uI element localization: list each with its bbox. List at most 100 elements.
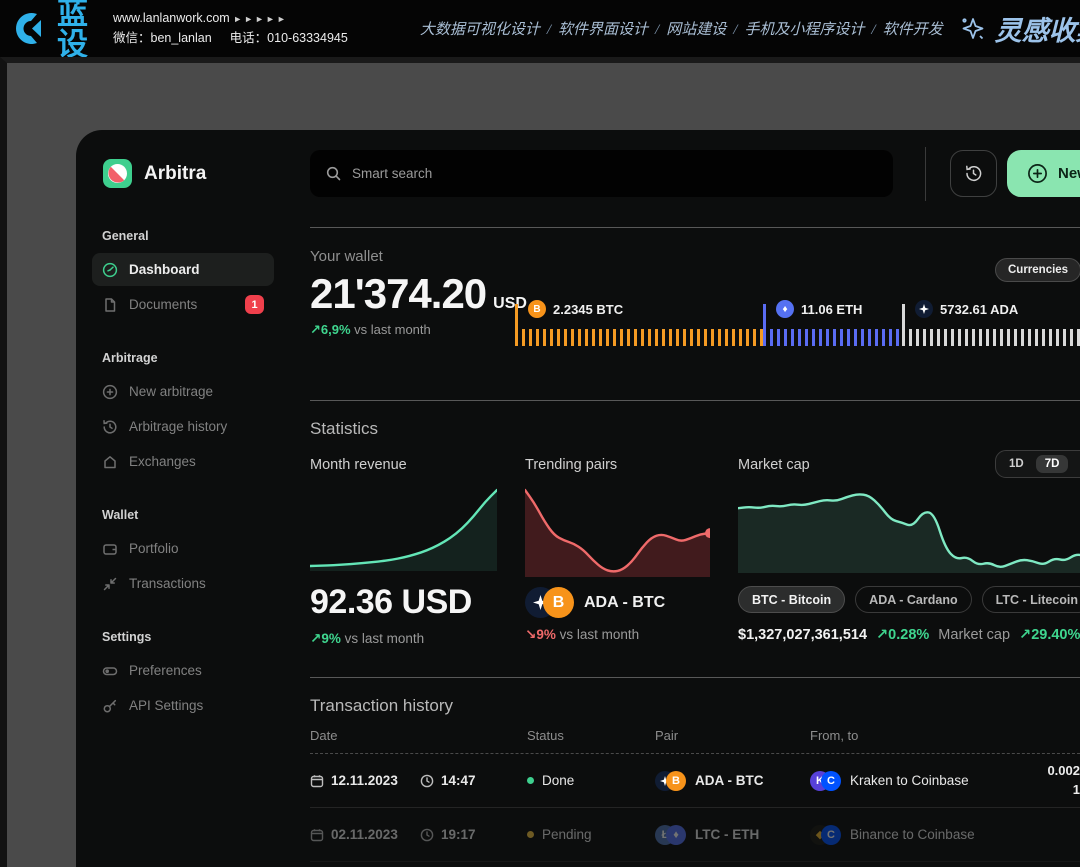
history-icon	[102, 419, 118, 435]
sidebar-item-exchanges[interactable]: Exchanges	[92, 445, 274, 478]
sidebar-item-new-arbitrage[interactable]: New arbitrage	[92, 375, 274, 408]
nav-item-dev[interactable]: 软件开发	[883, 22, 943, 38]
col-status: Status	[527, 728, 655, 743]
toggle-icon	[102, 663, 118, 679]
sparkle-star-icon	[959, 15, 986, 42]
trending-pairs-label: Trending pairs	[525, 457, 710, 473]
market-cap-card: Market cap 1D 7D 1M BTC - Bitcoin ADA - …	[738, 457, 1080, 647]
new-arbitrage-button[interactable]: New arbitrage	[1007, 150, 1080, 197]
trending-pairs-card: Trending pairs B ADA - BTC ↘9% vs	[525, 457, 710, 647]
coinbase-icon: C	[821, 771, 841, 791]
statistics-section: Statistics Month revenue 92.36 USD ↗9% v…	[310, 401, 1080, 647]
status-pending-dot	[527, 831, 534, 838]
sidebar-item-preferences[interactable]: Preferences	[92, 654, 274, 687]
down-arrow-icon: ↘	[525, 627, 536, 642]
main-content: New arbitrage Your wallet 21'374.20USD ↗…	[290, 130, 1080, 867]
pill-ada-cardano[interactable]: ADA - Cardano	[855, 586, 971, 613]
coinbase-icon: C	[821, 825, 841, 845]
sidebar-item-documents[interactable]: Documents 1	[92, 288, 274, 321]
pill-ltc-litecoin[interactable]: LTC - Litecoin	[982, 586, 1080, 613]
phone-label: 电话：010-63334945	[230, 31, 348, 45]
month-revenue-label: Month revenue	[310, 457, 497, 473]
statistics-title: Statistics	[310, 419, 1080, 439]
sidebar-item-portfolio[interactable]: Portfolio	[92, 532, 274, 565]
dashboard-icon	[102, 262, 118, 278]
calendar-icon	[310, 828, 324, 842]
market-cap-stats: $1,327,027,361,514 ↗0.28% Market cap ↗29…	[738, 627, 1080, 643]
inspiration-link[interactable]: 灵感收集	[959, 9, 1080, 48]
month-revenue-value: 92.36 USD	[310, 583, 497, 622]
exchange-building-icon	[102, 454, 118, 470]
lanlan-logo-icon	[12, 10, 49, 47]
market-cap-chart	[738, 489, 1080, 573]
up-arrow-icon: ↗	[1019, 627, 1031, 643]
wallet-allocation-bars: B2.2345 BTC ♦11.06 ETH 5732.61 ADA	[515, 300, 1080, 346]
transaction-amount: 0.002 1	[1040, 762, 1080, 798]
arrow-decoration-icon: ►►►►►	[233, 14, 288, 24]
wallet-title: Your wallet	[310, 228, 1080, 265]
calendar-icon	[310, 774, 324, 788]
clock-icon	[420, 828, 434, 842]
eth-coin-icon: ♦	[776, 300, 794, 318]
wallet-section: Your wallet 21'374.20USD ↗6,9% vs last m…	[310, 228, 1080, 370]
transaction-row[interactable]: 02.11.2023 19:17 Pending Ł♦ LTC - ETH ◆C…	[310, 808, 1080, 862]
market-coin-pills: BTC - Bitcoin ADA - Cardano LTC - Liteco…	[738, 586, 1080, 613]
nav-item-website[interactable]: 网站建设	[666, 22, 726, 38]
transaction-table-header: Date Status Pair From, to	[310, 728, 1080, 754]
btc-coin-icon: B	[666, 771, 686, 791]
nav-section-general: General	[102, 229, 290, 243]
app-brand-name: Arbitra	[144, 163, 206, 185]
key-icon	[102, 698, 118, 714]
documents-badge: 1	[245, 295, 264, 314]
nav-item-bigdata[interactable]: 大数据可视化设计	[420, 22, 540, 38]
arbitra-dashboard: Arbitra General Dashboard Documents 1 Ar…	[76, 130, 1080, 867]
eth-coin-icon: ♦	[666, 825, 686, 845]
range-1d[interactable]: 1D	[1000, 455, 1033, 473]
trending-pairs-delta: ↘9% vs last month	[525, 627, 710, 643]
month-revenue-chart	[310, 485, 497, 571]
search-bar[interactable]	[310, 150, 893, 197]
sidebar-item-arbitrage-history[interactable]: Arbitrage history	[92, 410, 274, 443]
trending-pair: B ADA - BTC	[525, 587, 710, 618]
history-button[interactable]	[950, 150, 997, 197]
ada-coin-icon	[915, 300, 933, 318]
site-url: www.lanlanwork.com	[113, 11, 230, 25]
btc-coin-icon: B	[543, 587, 574, 618]
range-1m[interactable]: 1M	[1071, 455, 1080, 473]
sidebar-item-transactions[interactable]: Transactions	[92, 567, 274, 600]
transaction-row[interactable]: 12.11.2023 14:47 Done B ADA - BTC KC Kra…	[310, 754, 1080, 808]
month-revenue-card: Month revenue 92.36 USD ↗9% vs last mont…	[310, 457, 497, 647]
sidebar-item-api-settings[interactable]: API Settings	[92, 689, 274, 722]
search-input[interactable]	[352, 166, 877, 181]
topbar-divider	[925, 147, 926, 201]
site-contact: www.lanlanwork.com ►►►►► 微信：ben_lanlan 电话…	[113, 9, 348, 48]
clock-icon	[420, 774, 434, 788]
transaction-history-section: Transaction history Date Status Pair Fro…	[310, 678, 1080, 867]
transfer-arrows-icon	[102, 576, 118, 592]
pill-btc-bitcoin[interactable]: BTC - Bitcoin	[738, 586, 845, 613]
nav-item-software-ui[interactable]: 软件界面设计	[558, 22, 648, 38]
topbar: New arbitrage	[310, 150, 1080, 197]
col-pair: Pair	[655, 728, 810, 743]
transaction-history-title: Transaction history	[310, 696, 1080, 716]
time-range-group: 1D 7D 1M	[995, 450, 1080, 478]
wallet-view-toggle: Currencies Exchanges	[995, 258, 1080, 282]
up-arrow-icon: ↗	[310, 322, 321, 337]
nav-section-settings: Settings	[102, 630, 290, 644]
btc-coin-icon: B	[528, 300, 546, 318]
sidebar-item-dashboard[interactable]: Dashboard	[92, 253, 274, 286]
col-fromto: From, to	[810, 728, 1040, 743]
history-clock-icon	[964, 164, 983, 183]
search-icon	[326, 166, 341, 181]
plus-circle-icon	[1027, 163, 1048, 184]
wechat-label: 微信：ben_lanlan	[113, 31, 212, 45]
currencies-pill[interactable]: Currencies	[995, 258, 1080, 282]
transaction-row[interactable]: 29.10.2023 04:23 Done B ADA - BTC KC Kra…	[310, 862, 1080, 867]
site-header: 蓝蓝设计 www.lanlanwork.com ►►►►► 微信：ben_lan…	[0, 0, 1080, 57]
range-7d[interactable]: 7D	[1036, 455, 1069, 473]
nav-item-mobile[interactable]: 手机及小程序设计	[744, 22, 864, 38]
transaction-table: Date Status Pair From, to 12.11.2023 14:…	[310, 728, 1080, 867]
app-brand: Arbitra	[102, 158, 290, 189]
plus-circle-icon	[102, 384, 118, 400]
document-icon	[102, 297, 118, 313]
